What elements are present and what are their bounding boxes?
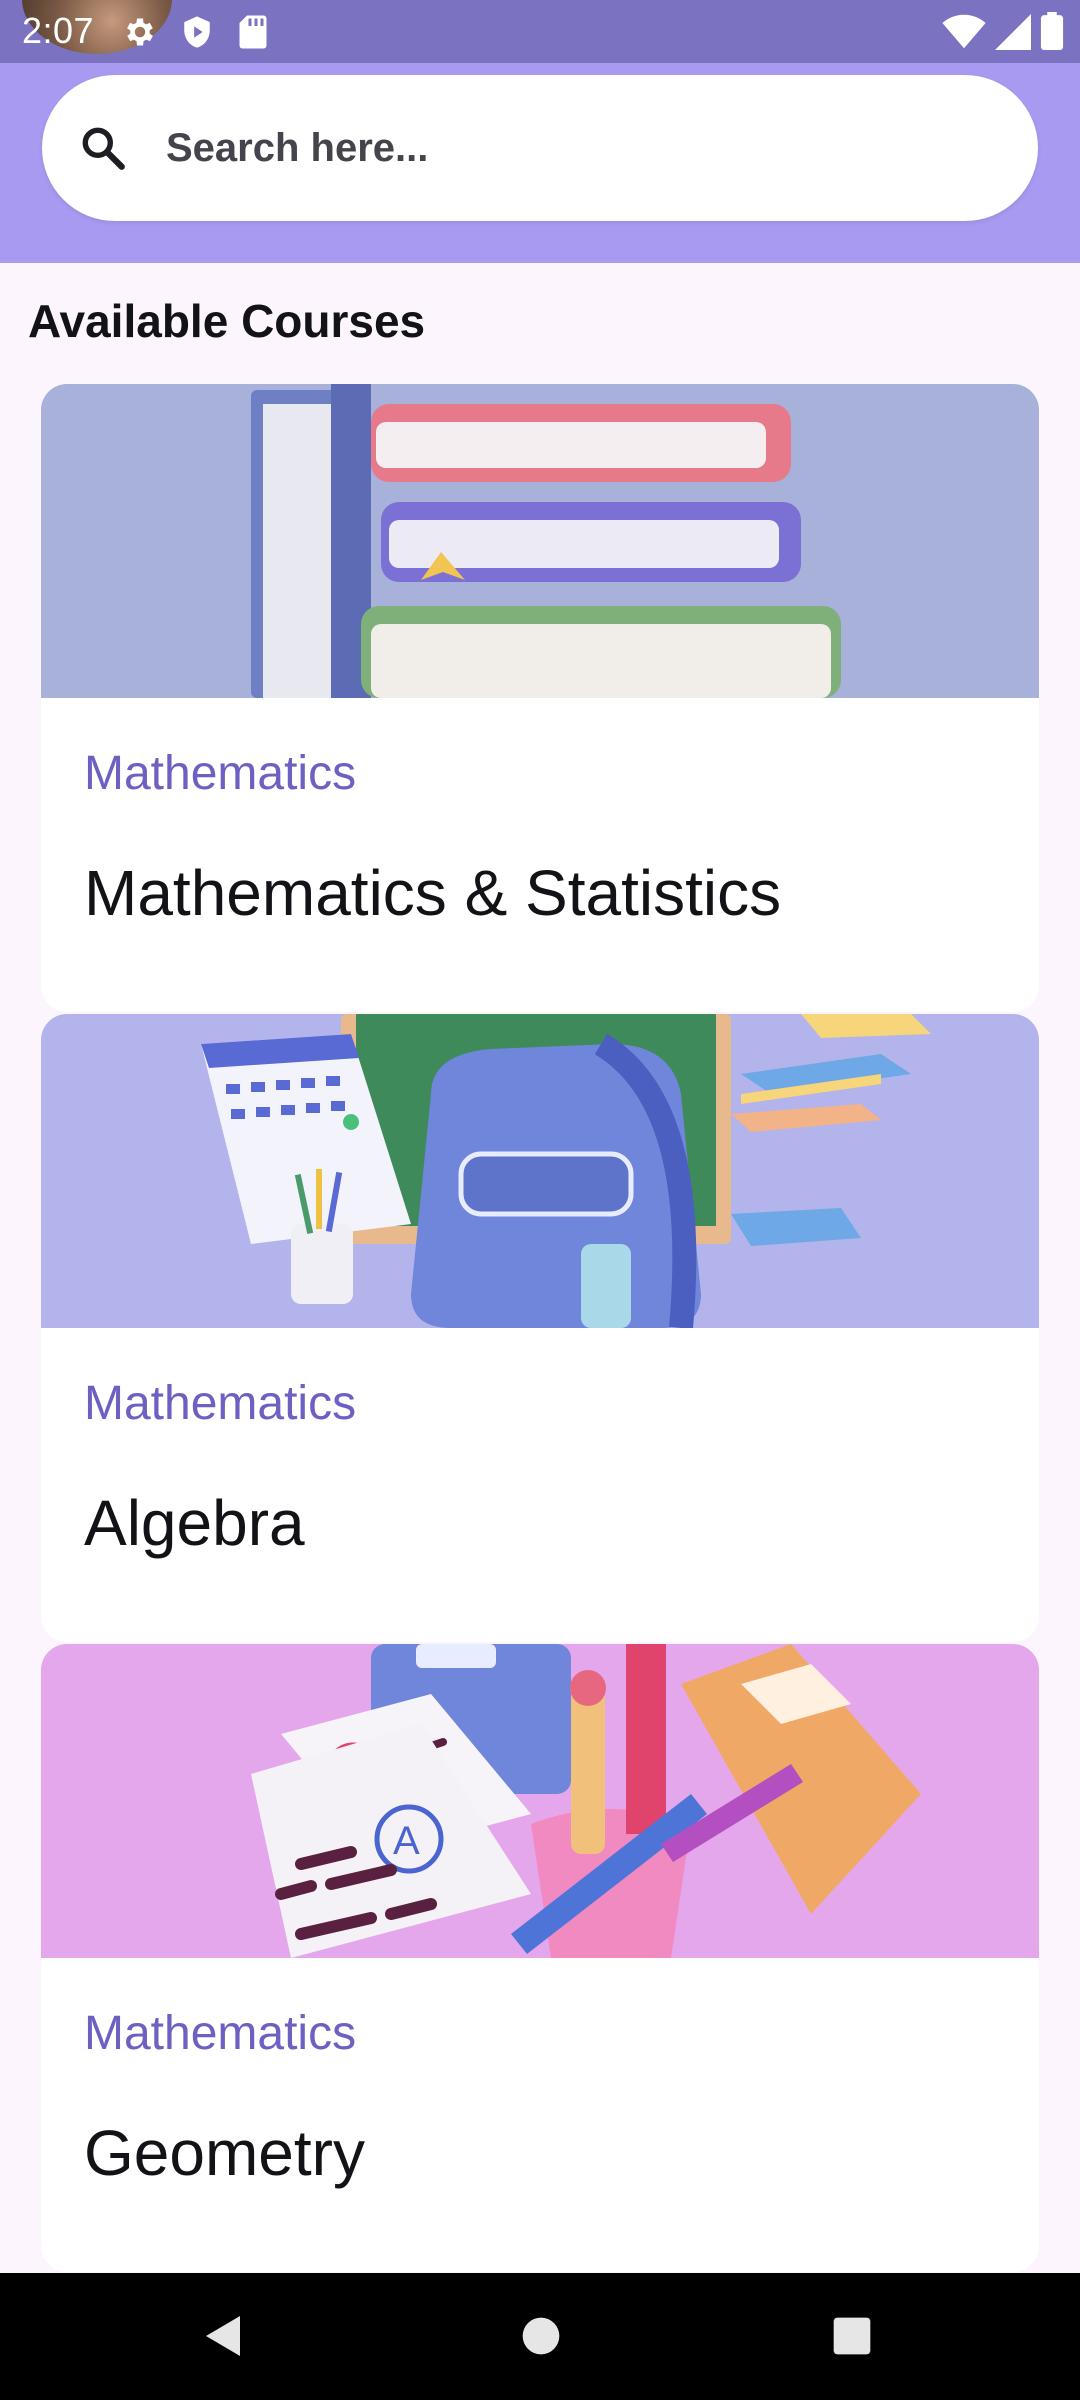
home-icon[interactable] (519, 2311, 563, 2366)
signal-icon (994, 14, 1032, 55)
course-card[interactable]: Mathematics Mathematics & Statistics (41, 384, 1039, 1012)
course-card[interactable]: A Mathematics Geometry (41, 1644, 1039, 2272)
stacked-books-image (41, 384, 1039, 698)
settings-icon (122, 14, 158, 55)
course-title: Geometry (84, 2117, 365, 2189)
section-title: Available Courses (28, 295, 426, 347)
course-title: Mathematics & Statistics (84, 857, 782, 929)
search-header (0, 63, 1080, 263)
status-bar: 2:07 (0, 0, 1080, 63)
sd-card-icon (238, 14, 268, 55)
svg-text:A: A (393, 1819, 420, 1863)
shield-play-icon (180, 14, 214, 55)
battery-icon (1040, 12, 1064, 55)
screen: 2:07 Avai (0, 0, 1080, 2400)
search-input[interactable] (166, 75, 986, 221)
course-category: Mathematics (84, 1377, 357, 1430)
course-category: Mathematics (84, 2007, 357, 2060)
search-icon[interactable] (78, 123, 128, 178)
recents-icon[interactable] (830, 2311, 874, 2366)
course-card[interactable]: Mathematics Algebra (41, 1014, 1039, 1642)
wifi-icon (942, 14, 986, 55)
search-bar[interactable] (42, 75, 1038, 221)
school-backpack-image (41, 1014, 1039, 1328)
course-category: Mathematics (84, 747, 357, 800)
back-icon[interactable] (200, 2311, 248, 2366)
stationery-image: A (41, 1644, 1039, 1958)
status-time: 2:07 (22, 10, 95, 51)
course-title: Algebra (84, 1487, 305, 1559)
navigation-bar (0, 2273, 1080, 2400)
